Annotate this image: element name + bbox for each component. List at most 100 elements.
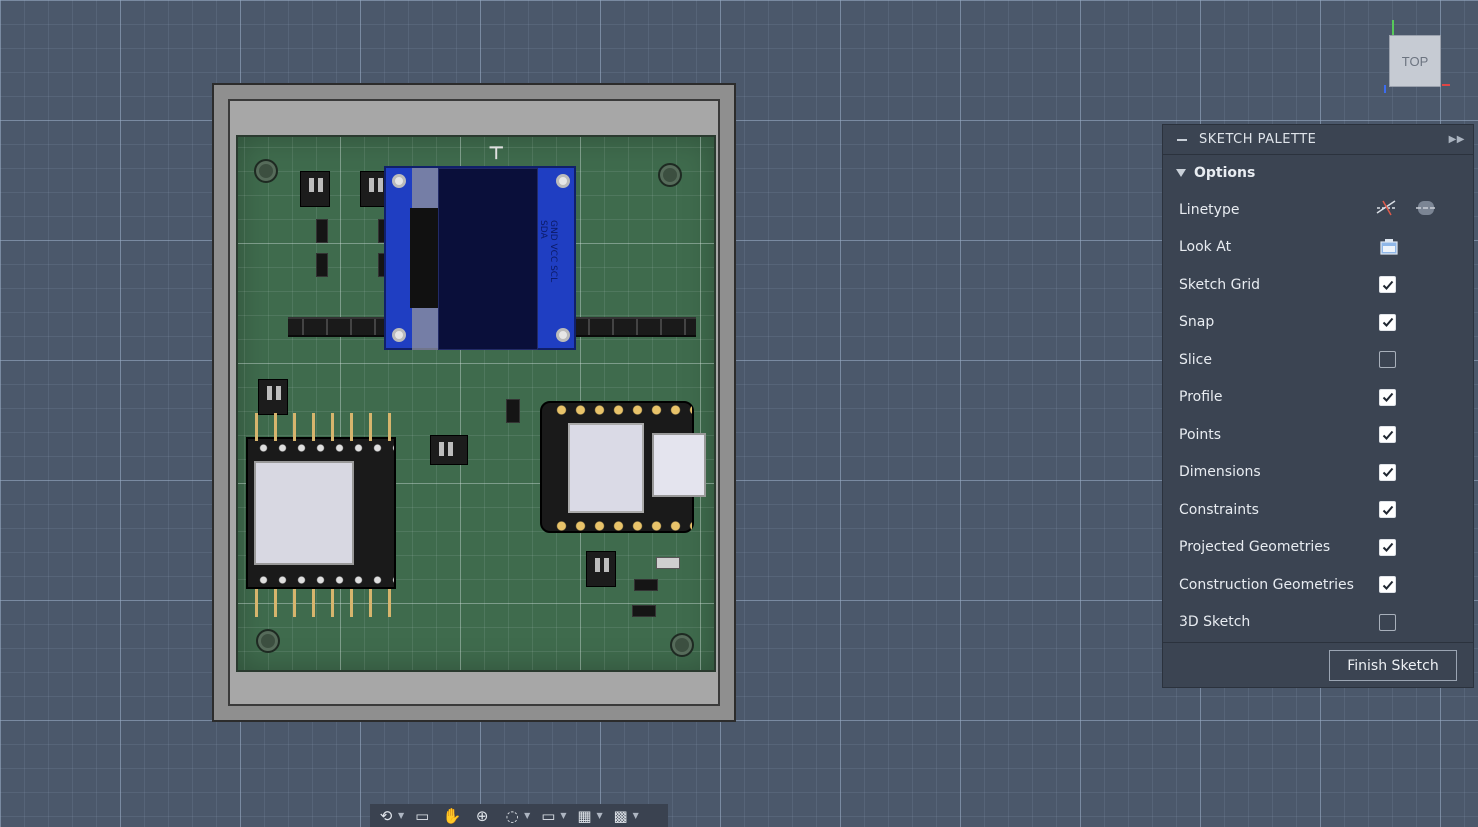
palette-header[interactable]: SKETCH PALETTE ▶▶ xyxy=(1163,125,1473,155)
projected-geometries-row: Projected Geometries xyxy=(1163,529,1473,567)
jumper-component xyxy=(430,435,468,465)
pin-legs xyxy=(248,413,396,441)
text-marker-icon: ⊤ xyxy=(488,143,505,164)
oled-screen xyxy=(438,168,538,350)
smd-component xyxy=(316,253,328,277)
jumper-component xyxy=(586,551,616,587)
jumper-component xyxy=(300,171,330,207)
points-row: Points xyxy=(1163,416,1473,454)
x-axis-indicator xyxy=(1442,84,1450,86)
points-checkbox[interactable] xyxy=(1379,426,1396,443)
snap-label: Snap xyxy=(1179,314,1215,331)
sketch-grid-row: Sketch Grid xyxy=(1163,266,1473,304)
points-label: Points xyxy=(1179,426,1222,443)
oled-mount-pad xyxy=(392,328,406,342)
look-at-label: Look At xyxy=(1179,239,1232,256)
mounting-hole xyxy=(670,633,694,657)
usb-c-connector xyxy=(652,433,706,497)
look-at-icon[interactable] xyxy=(1379,237,1399,257)
chevron-down-icon[interactable]: ▼ xyxy=(633,811,639,820)
chevron-down-icon[interactable]: ▼ xyxy=(398,811,404,820)
slice-row: Slice xyxy=(1163,341,1473,379)
smd-component xyxy=(656,557,680,569)
sketch-palette: SKETCH PALETTE ▶▶ Options Linetype Look … xyxy=(1162,124,1474,688)
look-at-icon[interactable]: ▭ xyxy=(410,806,434,826)
construction-geometries-row: Construction Geometries xyxy=(1163,566,1473,604)
3d-sketch-row: 3D Sketch xyxy=(1163,604,1473,642)
chevron-down-icon[interactable]: ▼ xyxy=(596,811,602,820)
pin-row xyxy=(254,443,394,453)
construction-geometries-label: Construction Geometries xyxy=(1179,576,1354,593)
centerline-linetype-icon[interactable] xyxy=(1415,197,1437,219)
oled-flex-cable xyxy=(410,208,440,308)
linetype-row: Linetype xyxy=(1163,191,1473,229)
zoom-icon[interactable]: ⊕ xyxy=(470,806,494,826)
sketch-grid-label: Sketch Grid xyxy=(1179,276,1260,293)
chevron-down-icon[interactable]: ▼ xyxy=(524,811,530,820)
dimensions-checkbox[interactable] xyxy=(1379,463,1396,481)
pcb-board[interactable]: GND VCC SCL SDA ⊤ xyxy=(236,135,716,672)
display-settings-icon[interactable]: ▭ xyxy=(536,806,560,826)
options-section-title: Options xyxy=(1194,165,1256,181)
projected-geometries-label: Projected Geometries xyxy=(1179,539,1331,556)
finish-sketch-button[interactable]: Finish Sketch xyxy=(1329,650,1457,681)
smd-component xyxy=(506,399,520,423)
slice-label: Slice xyxy=(1179,351,1212,368)
snap-checkbox[interactable] xyxy=(1379,313,1396,331)
3d-sketch-checkbox[interactable] xyxy=(1379,613,1396,631)
constraints-checkbox[interactable] xyxy=(1379,501,1396,518)
dimensions-label: Dimensions xyxy=(1179,464,1261,481)
microcontroller-module[interactable] xyxy=(540,401,706,533)
oled-mount-pad xyxy=(392,174,406,188)
oled-display-module[interactable]: GND VCC SCL SDA xyxy=(384,166,576,350)
collapse-icon[interactable] xyxy=(1177,138,1187,141)
constraints-label: Constraints xyxy=(1179,501,1259,518)
3d-sketch-label: 3D Sketch xyxy=(1179,614,1251,631)
viewports-icon[interactable]: ▩ xyxy=(609,806,633,826)
sd-card-slot xyxy=(254,461,354,565)
dimensions-row: Dimensions xyxy=(1163,454,1473,492)
grid-settings-icon[interactable]: ▦ xyxy=(572,806,596,826)
castellated-pads xyxy=(552,519,692,533)
profile-row: Profile xyxy=(1163,379,1473,417)
constraints-row: Constraints xyxy=(1163,491,1473,529)
navigation-bar: ⟲ ▼ ▭ ✋ ⊕ ◌ ▼ ▭ ▼ ▦ ▼ ▩ ▼ xyxy=(370,804,668,827)
sketch-grid-checkbox[interactable] xyxy=(1379,276,1396,293)
castellated-pads xyxy=(552,403,692,417)
pin-row xyxy=(254,575,394,585)
mounting-hole xyxy=(658,163,682,187)
smd-component xyxy=(632,605,656,617)
smd-component xyxy=(316,219,328,243)
enclosure-body[interactable]: GND VCC SCL SDA ⊤ xyxy=(212,83,736,722)
look-at-row: Look At xyxy=(1163,229,1473,267)
construction-linetype-icon[interactable] xyxy=(1375,197,1397,219)
palette-title: SKETCH PALETTE xyxy=(1199,132,1317,147)
options-section-header[interactable]: Options xyxy=(1163,155,1473,191)
projected-geometries-checkbox[interactable] xyxy=(1379,538,1396,556)
chevron-down-icon[interactable]: ▼ xyxy=(560,811,566,820)
pin-header xyxy=(574,317,696,337)
oled-mount-pad xyxy=(556,174,570,188)
jumper-component xyxy=(258,379,288,415)
slice-checkbox[interactable] xyxy=(1379,351,1396,368)
rf-shield xyxy=(568,423,644,513)
palette-footer-divider xyxy=(1163,642,1473,643)
profile-checkbox[interactable] xyxy=(1379,388,1396,406)
orbit-icon[interactable]: ⟲ xyxy=(374,806,398,826)
pin-header xyxy=(288,317,388,337)
sd-card-module[interactable] xyxy=(246,437,396,589)
oled-mount-pad xyxy=(556,328,570,342)
fit-icon[interactable]: ◌ xyxy=(500,806,524,826)
disclosure-triangle-icon xyxy=(1176,169,1186,177)
mounting-hole xyxy=(256,629,280,653)
profile-label: Profile xyxy=(1179,389,1223,406)
construction-geometries-checkbox[interactable] xyxy=(1379,576,1396,593)
snap-row: Snap xyxy=(1163,304,1473,342)
linetype-label: Linetype xyxy=(1179,201,1240,218)
mounting-hole xyxy=(254,159,278,183)
pan-icon[interactable]: ✋ xyxy=(440,806,464,826)
viewcube[interactable]: TOP xyxy=(1389,35,1441,87)
smd-component xyxy=(634,579,658,591)
expand-icon[interactable]: ▶▶ xyxy=(1449,134,1465,145)
pin-legs xyxy=(248,589,396,617)
